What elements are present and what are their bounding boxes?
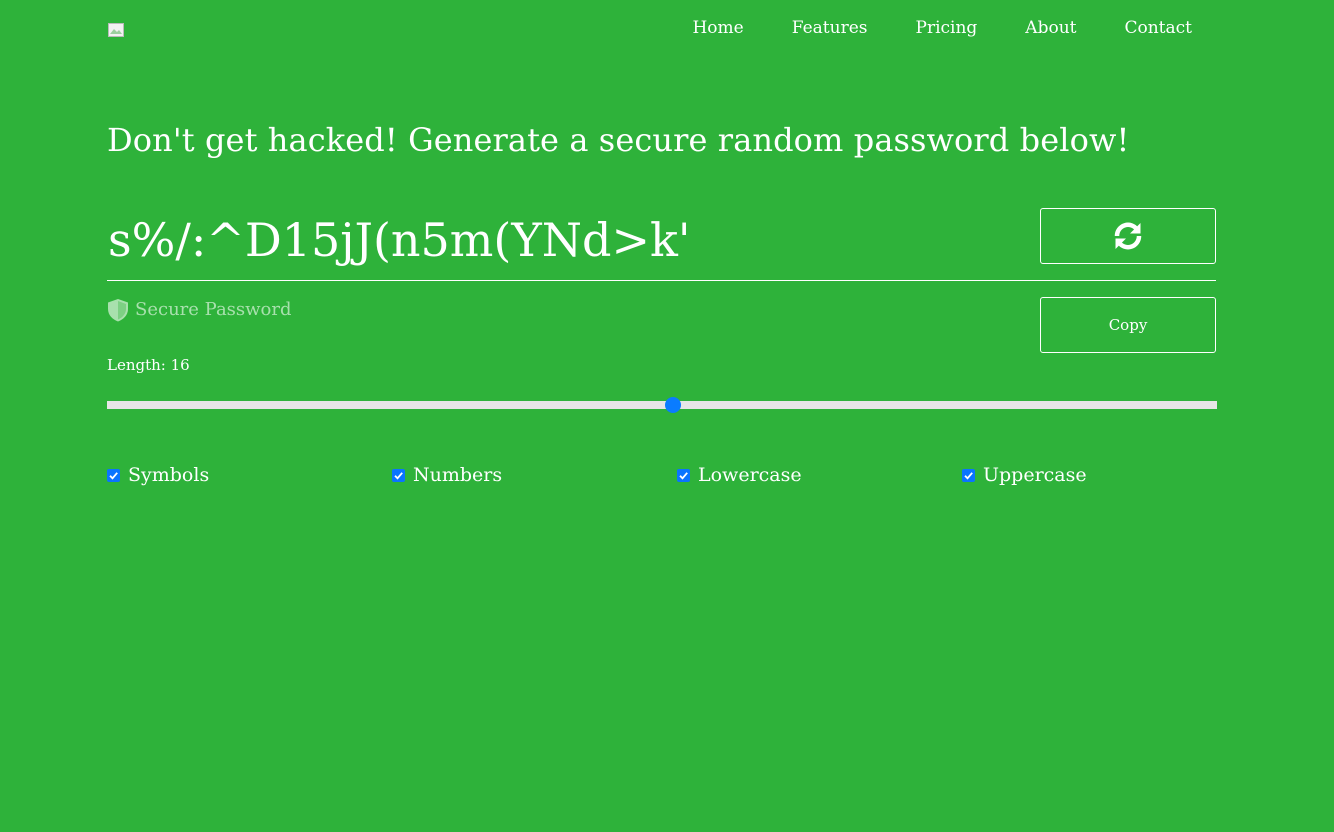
symbols-checkbox[interactable]	[107, 468, 120, 482]
checkmark-icon	[964, 471, 973, 480]
shield-icon	[108, 299, 128, 322]
nav-contact[interactable]: Contact	[1124, 17, 1192, 39]
page: Home Features Pricing About Contact Don'…	[0, 0, 1334, 832]
page-headline: Don't get hacked! Generate a secure rand…	[107, 121, 1130, 159]
nav-about[interactable]: About	[1025, 17, 1076, 39]
uppercase-label: Uppercase	[983, 464, 1087, 486]
numbers-label: Numbers	[413, 464, 503, 486]
generated-password[interactable]: s%/:^D15jJ(n5m(YNd>k'	[108, 210, 691, 270]
regenerate-button[interactable]	[1040, 208, 1216, 264]
checkmark-icon	[679, 471, 688, 480]
checkmark-icon	[109, 471, 118, 480]
checkmark-icon	[394, 471, 403, 480]
symbols-label: Symbols	[128, 464, 210, 486]
nav-features[interactable]: Features	[792, 17, 868, 39]
copy-button-label: Copy	[1108, 316, 1148, 334]
strength-indicator: Secure Password	[107, 297, 292, 323]
uppercase-checkbox[interactable]	[962, 468, 975, 482]
copy-button[interactable]: Copy	[1040, 297, 1216, 353]
lowercase-checkbox[interactable]	[677, 468, 690, 482]
option-symbols[interactable]: Symbols	[107, 462, 392, 488]
nav-home[interactable]: Home	[692, 17, 743, 39]
logo-broken-image-icon[interactable]	[108, 23, 124, 37]
refresh-icon	[1114, 222, 1142, 250]
lowercase-label: Lowercase	[698, 464, 802, 486]
main-nav: Home Features Pricing About Contact	[692, 17, 1192, 39]
length-slider-thumb[interactable]	[665, 397, 682, 413]
option-lowercase[interactable]: Lowercase	[677, 462, 962, 488]
option-uppercase[interactable]: Uppercase	[962, 462, 1247, 488]
length-slider[interactable]	[107, 397, 1217, 413]
nav-pricing[interactable]: Pricing	[916, 17, 978, 39]
option-numbers[interactable]: Numbers	[392, 462, 677, 488]
length-label: Length: 16	[107, 356, 190, 374]
numbers-checkbox[interactable]	[392, 468, 405, 482]
character-options: Symbols Numbers Lowercase Uppercase	[107, 462, 1247, 488]
strength-label: Secure Password	[135, 299, 292, 320]
